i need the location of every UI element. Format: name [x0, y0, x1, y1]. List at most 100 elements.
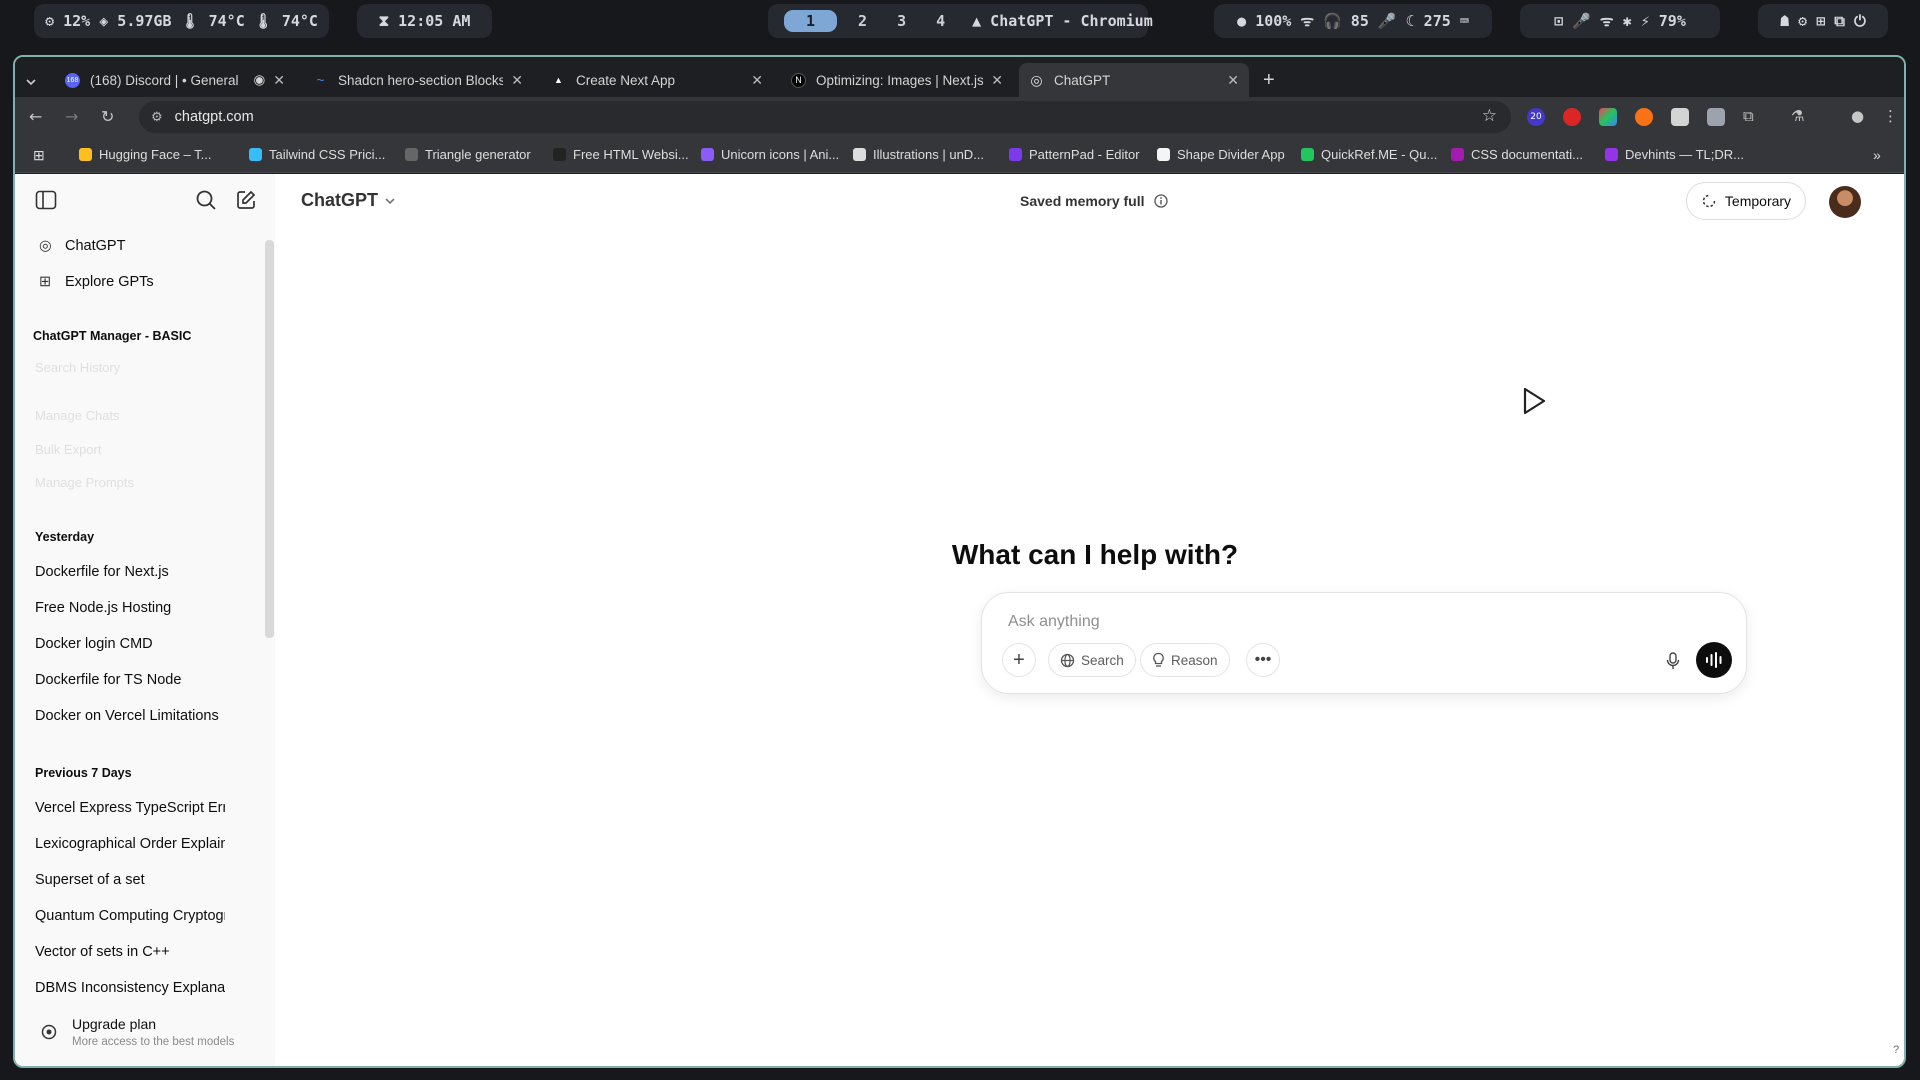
bookmark-label: Devhints — TL;DR... [1625, 147, 1744, 162]
more-tools-button[interactable]: ••• [1246, 643, 1280, 677]
bookmark-item[interactable]: Devhints — TL;DR... [1605, 147, 1744, 162]
power-menu-text: ☗ ⚙ ⊞ ⧉ ⏻ [1780, 12, 1866, 30]
model-name: ChatGPT [301, 190, 379, 210]
site-info-icon[interactable]: ⚙ [151, 109, 163, 125]
url-text: chatgpt.com [174, 109, 254, 125]
search-icon[interactable] [195, 189, 217, 211]
tab-discord[interactable]: 168 (168) Discord | • General ◉ ✕ [55, 63, 295, 97]
plus-icon: + [1013, 648, 1025, 671]
close-icon[interactable]: ✕ [511, 72, 523, 89]
chat-history-item[interactable]: Vector of sets in C++ [35, 944, 225, 960]
bookmark-favicon-icon [553, 148, 566, 161]
microphone-icon[interactable] [1666, 652, 1680, 670]
new-tab-button[interactable]: + [1253, 63, 1289, 97]
ghost-item[interactable]: Manage Prompts [35, 475, 134, 490]
avatar[interactable] [1829, 186, 1861, 218]
tab-nextjs-images[interactable]: N Optimizing: Images | Next.js ✕ [781, 63, 1013, 97]
chevron-down-icon [26, 79, 36, 86]
chat-history-item[interactable]: Docker on Vercel Limitations [35, 708, 245, 724]
puzzle-icon[interactable]: ⧉ [1743, 107, 1754, 125]
close-icon[interactable]: ✕ [1227, 72, 1239, 89]
upgrade-plan-button[interactable]: Upgrade plan More access to the best mod… [15, 1006, 275, 1066]
toggle-sidebar-icon[interactable] [35, 190, 57, 210]
reload-icon[interactable]: ↻ [101, 107, 114, 126]
labs-icon[interactable]: ⚗ [1791, 107, 1804, 125]
chat-history-item[interactable]: Dockerfile for TS Node [35, 672, 245, 688]
bookmark-label: QuickRef.ME - Qu... [1321, 147, 1438, 162]
sidebar-item-chatgpt[interactable]: ◎ ChatGPT [39, 238, 249, 254]
profile-icon[interactable]: ● [1851, 107, 1864, 125]
extension-icon[interactable] [1671, 108, 1689, 126]
menu-kebab-icon[interactable]: ⋮ [1883, 107, 1898, 125]
tab-create-next-app[interactable]: ▲ Create Next App ✕ [541, 63, 773, 97]
search-button[interactable]: Search [1048, 643, 1136, 677]
ghost-item[interactable]: Bulk Export [35, 442, 101, 457]
temporary-chat-button[interactable]: Temporary [1686, 182, 1806, 220]
bookmark-item[interactable]: Triangle generator [405, 147, 531, 162]
voice-mode-button[interactable] [1696, 642, 1732, 678]
ghost-item[interactable]: Manage Chats [35, 408, 120, 423]
chat-history-item[interactable]: Free Node.js Hosting [35, 600, 245, 616]
bookmark-star-icon[interactable]: ☆ [1482, 106, 1497, 126]
system-stats: ⚙ 12% ◈ 5.97GB 🌡 74°C 🌡 74°C [34, 4, 329, 38]
prompt-input[interactable]: Ask anything [1008, 613, 1100, 631]
close-icon[interactable]: ✕ [991, 72, 1003, 89]
address-bar[interactable]: ⚙ chatgpt.com ☆ [139, 101, 1511, 133]
tab-search-dropdown[interactable] [19, 65, 45, 99]
workspace-2[interactable]: 2 [849, 10, 876, 32]
tab-title: (168) Discord | • General [90, 72, 239, 88]
model-selector[interactable]: ChatGPT [301, 190, 396, 211]
bookmark-item[interactable]: QuickRef.ME - Qu... [1301, 147, 1437, 162]
discord-icon: 168 [65, 72, 80, 88]
extension-badge-icon[interactable]: 20 [1527, 108, 1545, 126]
attach-button[interactable]: + [1002, 643, 1036, 677]
tab-chatgpt[interactable]: ◎ ChatGPT ✕ [1019, 63, 1249, 97]
chat-history-item[interactable]: Superset of a set [35, 872, 225, 888]
composer: Ask anything + Search Reason ••• [981, 592, 1747, 694]
reason-button[interactable]: Reason [1140, 643, 1230, 677]
bookmark-item[interactable]: PatternPad - Editor [1009, 147, 1140, 162]
chat-history-item[interactable]: DBMS Inconsistency Explanation [35, 980, 225, 996]
bookmark-item[interactable]: Shape Divider App [1157, 147, 1285, 162]
bookmark-item[interactable]: CSS documentati... [1451, 147, 1583, 162]
power-menu[interactable]: ☗ ⚙ ⊞ ⧉ ⏻ [1758, 4, 1888, 38]
workspace-3[interactable]: 3 [888, 10, 915, 32]
extension-icon[interactable] [1563, 108, 1581, 126]
sidebar-scrollbar[interactable] [265, 240, 274, 638]
temporary-chat-icon [1702, 194, 1716, 208]
tab-shadcn[interactable]: ~ Shadcn hero-section Blocks ✕ [303, 63, 533, 97]
ghost-item[interactable]: Search History [35, 360, 120, 375]
lightbulb-icon [1153, 652, 1164, 667]
extension-icon[interactable] [1599, 108, 1617, 126]
chat-history-item[interactable]: Lexicographical Order Explained [35, 836, 225, 852]
chat-history-item[interactable]: Docker login CMD [35, 636, 245, 652]
bookmark-item[interactable]: Tailwind CSS Prici... [249, 147, 385, 162]
openai-icon: ◎ [1030, 71, 1043, 88]
globe-icon [1060, 653, 1075, 667]
forward-icon[interactable]: → [65, 107, 78, 126]
memory-status[interactable]: Saved memory full [1020, 193, 1168, 209]
chat-history-item[interactable]: Dockerfile for Next.js [35, 564, 245, 580]
chat-history-item[interactable]: Quantum Computing Cryptography [35, 908, 225, 924]
apps-grid-icon[interactable]: ⊞ [33, 147, 45, 164]
bookmark-item[interactable]: Illustrations | unD... [853, 147, 984, 162]
chat-history-item[interactable]: Vercel Express TypeScript Error [35, 800, 225, 816]
new-chat-icon[interactable] [235, 189, 257, 211]
close-icon[interactable]: ✕ [751, 72, 763, 89]
sidebar-item-explore-gpts[interactable]: ⊞ Explore GPTs [39, 274, 249, 290]
close-icon[interactable]: ✕ [273, 72, 285, 89]
bookmark-item[interactable]: Hugging Face – T... [79, 147, 212, 162]
bookmark-favicon-icon [701, 148, 714, 161]
bookmarks-overflow-icon[interactable]: » [1873, 147, 1881, 163]
tab-title: Create Next App [576, 72, 676, 88]
bookmark-item[interactable]: Unicorn icons | Ani... [701, 147, 839, 162]
camera-icon[interactable] [1707, 108, 1725, 126]
workspace-4[interactable]: 4 [927, 10, 954, 32]
help-button[interactable]: ? [1893, 1044, 1899, 1056]
extension-icon[interactable] [1635, 108, 1653, 126]
bookmark-item[interactable]: Free HTML Websi... [553, 147, 689, 162]
back-icon[interactable]: ← [29, 107, 42, 126]
sidebar-section-previous-7-days: Previous 7 Days [35, 766, 132, 780]
workspace-1[interactable]: 1 [784, 10, 838, 32]
system-tray[interactable]: ⊡ 🎤 ᯤ ✱ ⚡ 79% [1520, 4, 1720, 38]
